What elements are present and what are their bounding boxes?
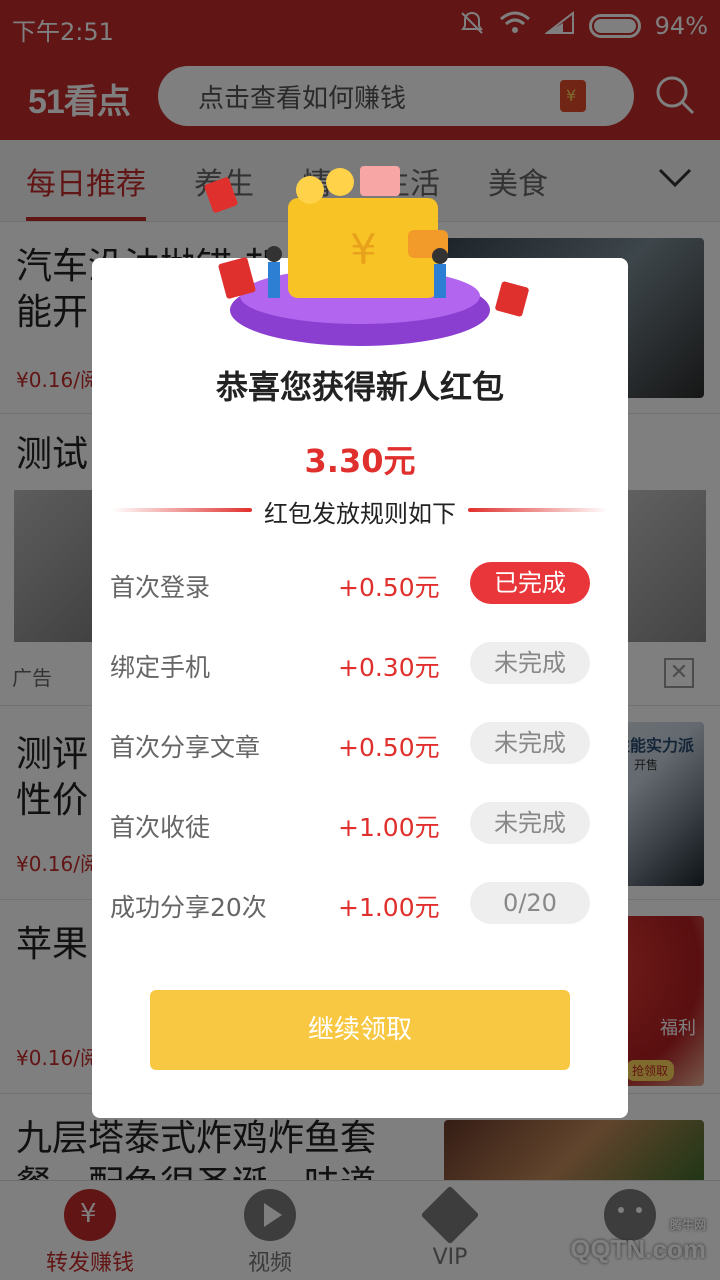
rule-amount: +0.50元 bbox=[338, 733, 440, 762]
red-packet-icon bbox=[218, 257, 256, 299]
coin-icon bbox=[326, 168, 354, 196]
rule-amount: +1.00元 bbox=[338, 893, 440, 922]
person-icon bbox=[432, 248, 448, 264]
rule-status-badge[interactable]: 未完成 bbox=[470, 722, 590, 764]
coin-icon bbox=[296, 176, 324, 204]
rule-amount: +0.50元 bbox=[338, 573, 440, 602]
rule-label: 首次登录 bbox=[110, 573, 211, 602]
wallet-illustration: ¥ bbox=[204, 166, 529, 346]
person-icon bbox=[266, 246, 282, 262]
rule-amount: +0.30元 bbox=[338, 653, 440, 682]
rule-label: 成功分享20次 bbox=[110, 893, 267, 922]
modal-title: 恭喜您获得新人红包 bbox=[215, 368, 504, 406]
red-packet-icon bbox=[204, 177, 238, 213]
rule-label: 首次收徒 bbox=[110, 813, 211, 842]
continue-claim-button[interactable]: 继续领取 bbox=[150, 990, 570, 1070]
banknote-icon bbox=[360, 166, 400, 196]
rule-status-badge: 已完成 bbox=[470, 562, 590, 604]
rule-row: 绑定手机 +0.30元 未完成 bbox=[92, 642, 628, 686]
rule-label: 首次分享文章 bbox=[110, 733, 261, 762]
rule-row: 首次登录 +0.50元 已完成 bbox=[92, 562, 628, 606]
rule-progress-badge: 0/20 bbox=[470, 882, 590, 924]
divider-right bbox=[468, 508, 608, 512]
person-body bbox=[268, 262, 280, 298]
rule-row: 首次分享文章 +0.50元 未完成 bbox=[92, 722, 628, 766]
person-body bbox=[434, 264, 446, 298]
yuan-symbol: ¥ bbox=[350, 225, 377, 274]
rule-row: 成功分享20次 +1.00元 0/20 bbox=[92, 882, 628, 926]
modal-amount: 3.30元 bbox=[304, 442, 416, 480]
rule-row: 首次收徒 +1.00元 未完成 bbox=[92, 802, 628, 846]
rule-label: 绑定手机 bbox=[110, 653, 211, 682]
new-user-red-packet-dialog: 恭喜您获得新人红包 3.30元 红包发放规则如下 首次登录 +0.50元 已完成… bbox=[92, 258, 628, 1118]
red-packet-icon bbox=[495, 281, 529, 317]
rule-status-badge[interactable]: 未完成 bbox=[470, 642, 590, 684]
rule-status-badge[interactable]: 未完成 bbox=[470, 802, 590, 844]
rule-amount: +1.00元 bbox=[338, 813, 440, 842]
